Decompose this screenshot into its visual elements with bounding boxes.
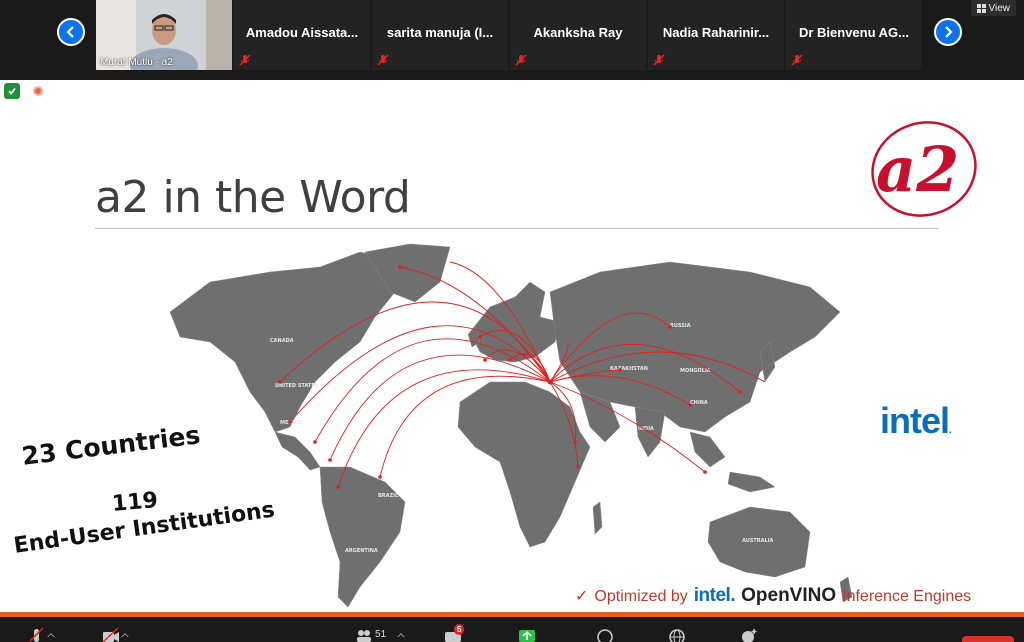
map-label-australia: AUSTRALIA (742, 538, 774, 544)
next-page-button[interactable] (934, 18, 962, 46)
chat-unread-badge: 5 (454, 624, 465, 635)
chat-button[interactable]: 5 (444, 624, 465, 642)
mic-muted-icon (377, 54, 389, 66)
participant-tile[interactable]: Nadia Raharinir... (648, 0, 784, 70)
map-label-brazil: BRAZIL (378, 493, 399, 499)
participant-name: Dr Bienvenu AG... (798, 25, 910, 40)
map-label-argentina: ARGENTINA (345, 548, 378, 554)
participants-icon (357, 630, 371, 642)
microphone-muted-icon (29, 627, 44, 642)
chevron-left-icon (66, 26, 74, 38)
participant-video-label: Murat Mutlu - a2 (100, 57, 173, 68)
a2-logo-icon: a2 (871, 121, 977, 217)
slide-title: a2 in the Word (95, 172, 411, 223)
openvino-brand: OpenVINO (741, 585, 837, 606)
logo-text: a2 (876, 133, 959, 206)
participant-tile[interactable]: Amadou Aissata... (234, 0, 370, 70)
participants-count: 51 (375, 629, 387, 640)
map-label-usa: UNITED STATES (275, 383, 319, 389)
mic-muted-icon (791, 54, 803, 66)
leave-meeting-button[interactable] (962, 636, 1014, 642)
world-map: CANADA UNITED STATES MEXICO BRAZIL ARGEN… (169, 243, 853, 608)
map-label-mongolia: MONGOLIA (680, 368, 711, 374)
participant-tile[interactable]: Dr Bienvenu AG... (786, 0, 922, 70)
participant-name: Akanksha Ray (533, 25, 623, 40)
intel-logo-dot: . (949, 425, 952, 436)
share-screen-button[interactable] (518, 627, 536, 642)
participant-tile[interactable]: sarita manuja (I... (372, 0, 508, 70)
shared-screen-slide: a2 in the Word a2 CANADA UNITED STATES B… (0, 102, 1024, 617)
view-button-label: View (988, 2, 1011, 14)
unmute-button[interactable] (28, 627, 56, 642)
mic-muted-icon (515, 54, 527, 66)
share-screen-icon (519, 630, 535, 642)
video-off-icon (102, 627, 119, 642)
reactions-button[interactable] (740, 627, 758, 642)
intel-logo-text: intel (880, 400, 950, 441)
interpretation-button[interactable] (668, 627, 686, 642)
optimized-prefix: Optimized by (594, 588, 688, 605)
participant-video-tile[interactable]: Murat Mutlu - a2 (96, 0, 232, 70)
optimized-suffix: Inference Engines (842, 588, 972, 605)
grid-icon (976, 3, 986, 13)
caret-up-icon[interactable] (46, 627, 56, 642)
participant-name: Amadou Aissata... (245, 25, 359, 40)
map-label-kazakhstan: KAZAKHSTAN (610, 366, 648, 372)
participant-name: Nadia Raharinir... (662, 25, 770, 40)
caret-up-icon[interactable] (120, 627, 130, 642)
shield-check-icon (8, 87, 16, 95)
record-icon (597, 629, 613, 642)
check-icon: ✓ (575, 588, 589, 605)
meeting-toolbar: 51 5 (0, 617, 1024, 642)
title-divider (95, 228, 938, 229)
recording-indicator-icon (33, 86, 43, 96)
previous-page-button[interactable] (57, 18, 85, 46)
map-label-china: CHINA (690, 400, 708, 406)
record-button[interactable] (596, 627, 614, 642)
intel-logo: intel. (880, 400, 952, 442)
participant-name: sarita manuja (I... (386, 25, 494, 40)
participants-button[interactable]: 51 (355, 627, 406, 642)
security-shield-button[interactable] (4, 83, 20, 99)
chevron-right-icon (945, 26, 953, 38)
map-label-canada: CANADA (270, 338, 294, 344)
mic-muted-icon (653, 54, 665, 66)
mic-muted-icon (239, 54, 251, 66)
participant-tile[interactable]: Akanksha Ray (510, 0, 646, 70)
institutions-count: 119 (110, 488, 159, 517)
globe-icon (669, 629, 685, 642)
start-video-button[interactable] (102, 627, 130, 642)
map-label-russia: RUSSIA (670, 323, 691, 329)
intel-brand: intel. (693, 585, 736, 606)
caret-up-icon[interactable] (396, 627, 406, 642)
participant-strip: Murat Mutlu - a2 Amadou Aissata... sarit… (0, 0, 1024, 80)
optimized-by-line: ✓ Optimized by intel. OpenVINO Inference… (575, 585, 971, 607)
view-button[interactable]: View (970, 0, 1016, 16)
meeting-status-bar (0, 80, 1024, 102)
smiley-add-icon (742, 629, 757, 642)
zoom-meeting-window: Murat Mutlu - a2 Amadou Aissata... sarit… (0, 0, 1024, 642)
